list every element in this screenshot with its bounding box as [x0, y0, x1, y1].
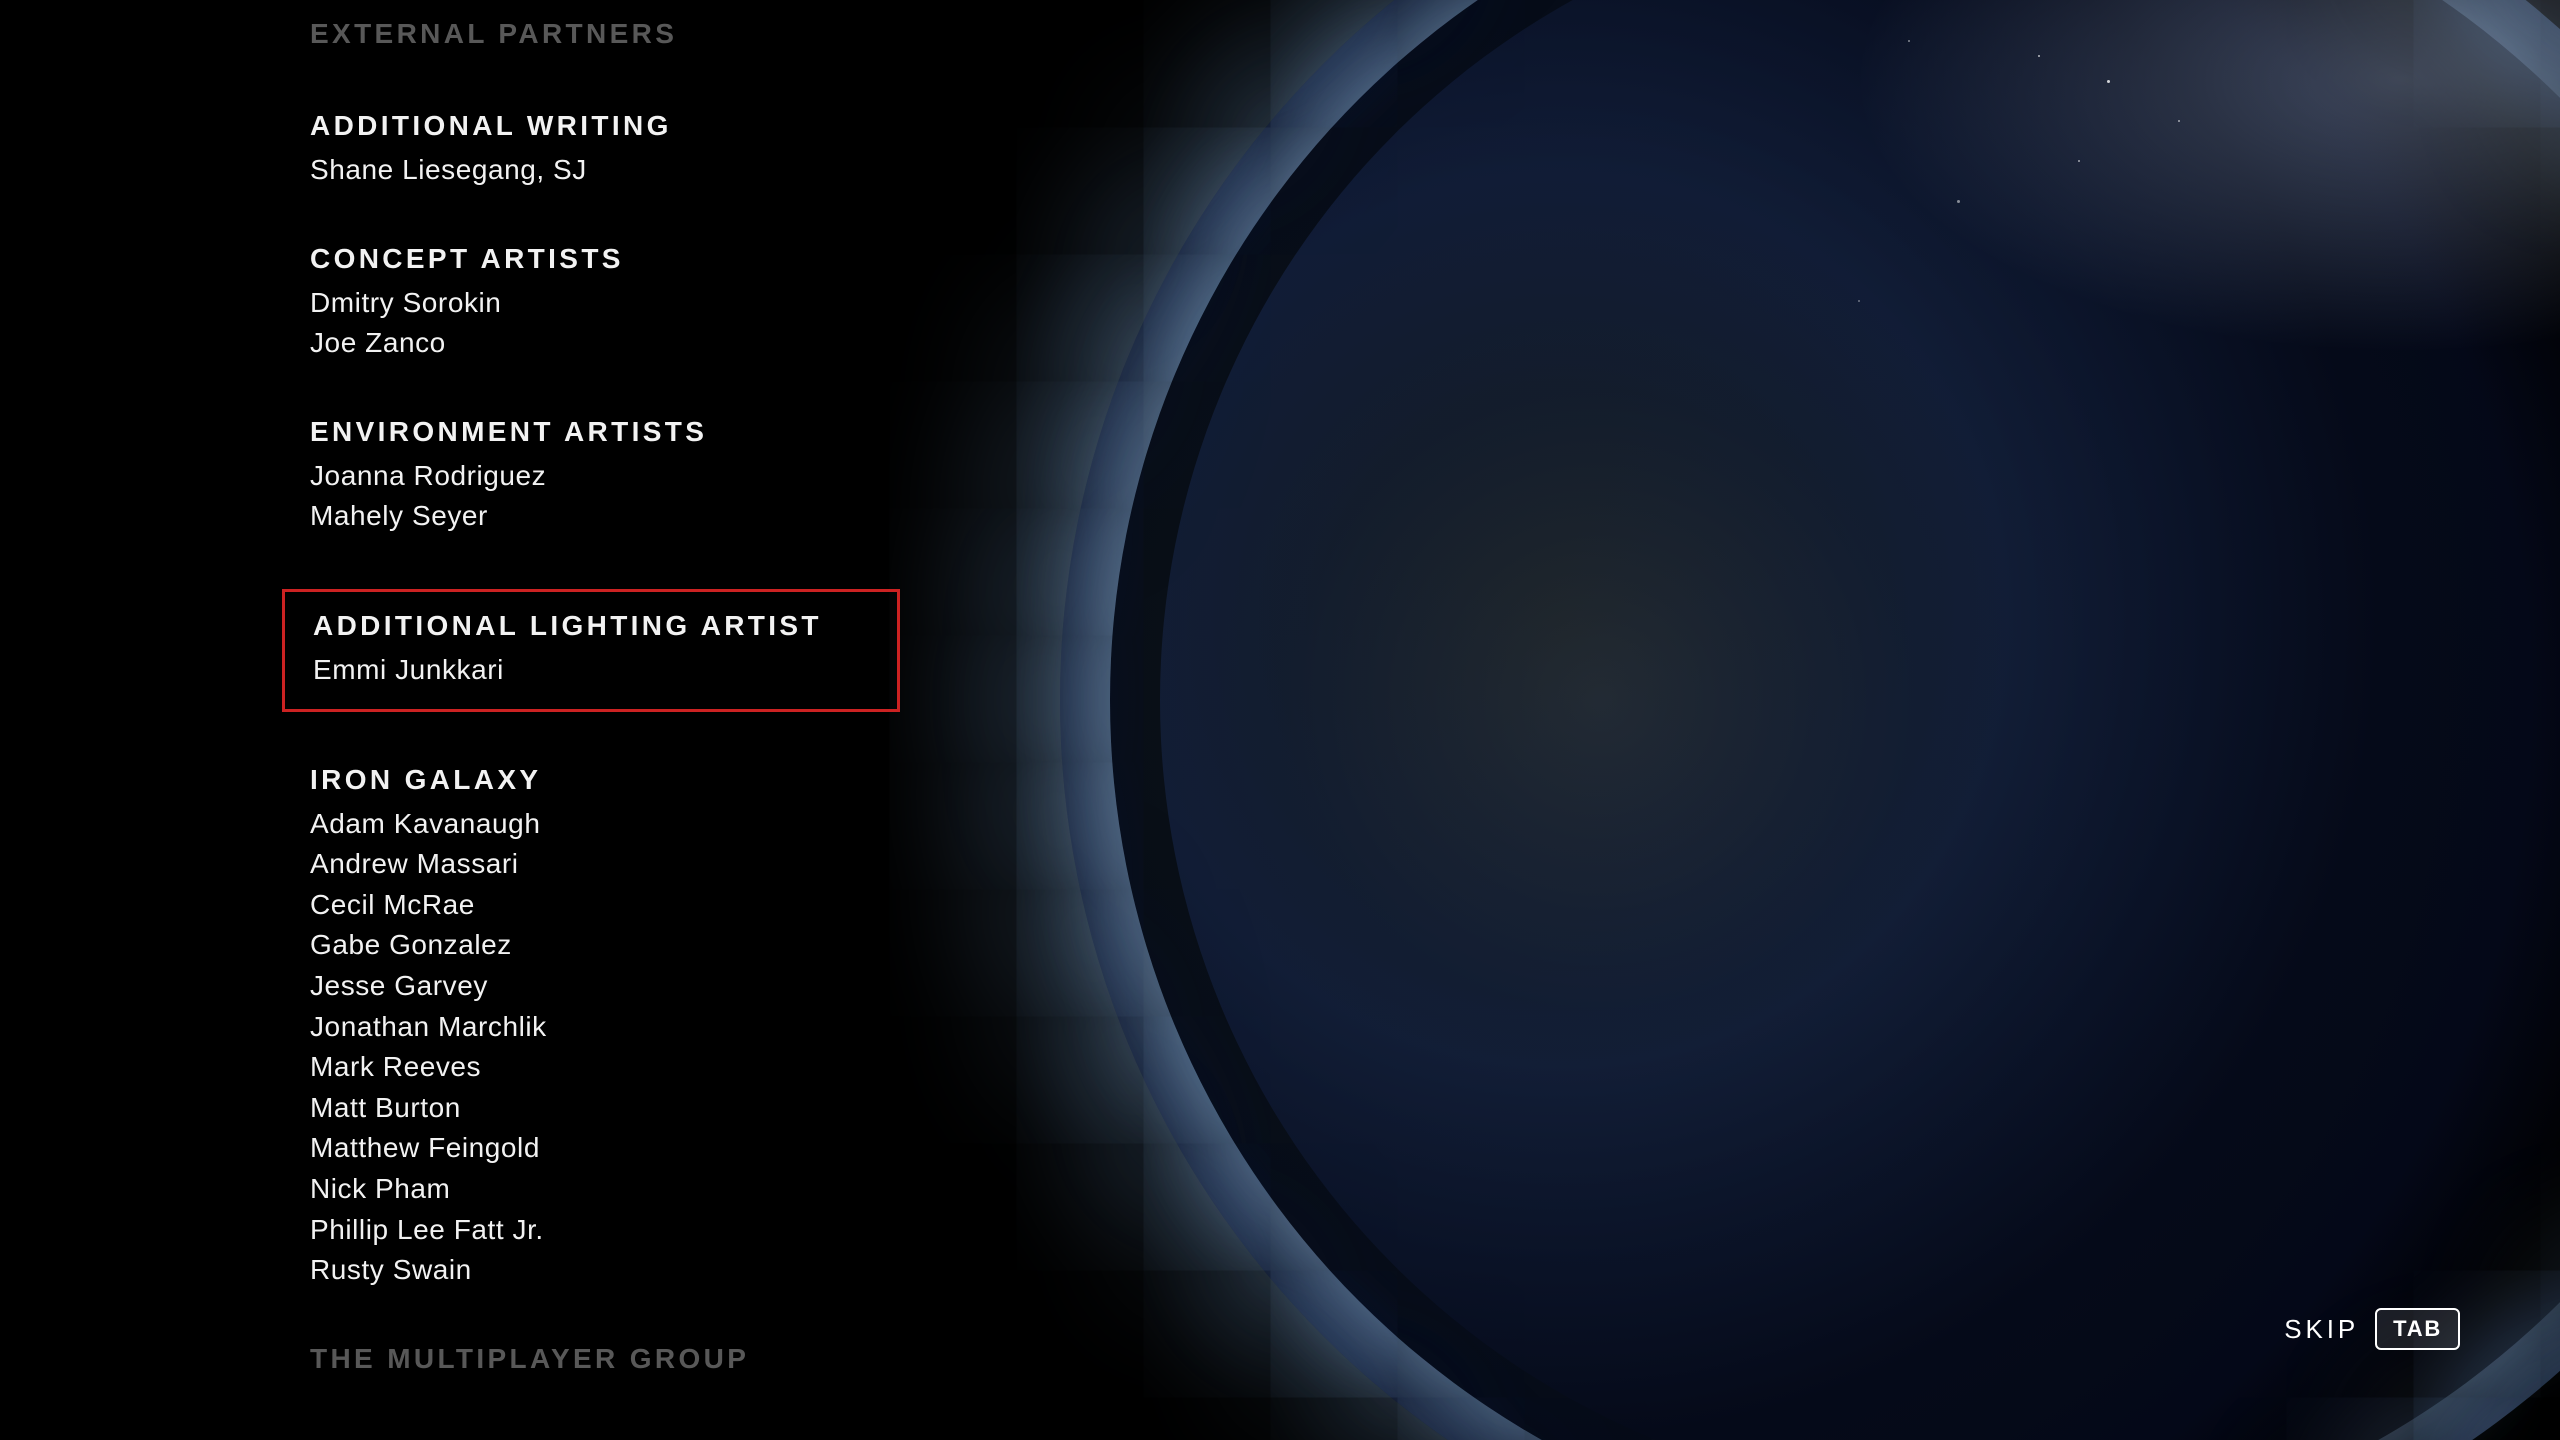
credit-name-nick: Nick Pham: [310, 1169, 900, 1210]
credit-section-multiplayer-group: THE MULTIPLAYER GROUP: [310, 1343, 900, 1383]
credit-section-concept-artists: CONCEPT ARTISTS Dmitry Sorokin Joe Zanco: [310, 243, 900, 364]
credit-name-rusty: Rusty Swain: [310, 1250, 900, 1291]
credit-section-lighting-artist-highlighted: ADDITIONAL LIGHTING ARTIST Emmi Junkkari: [282, 589, 900, 712]
skip-key[interactable]: TAB: [2375, 1308, 2460, 1350]
credit-title-external-partners: EXTERNAL PARTNERS: [310, 18, 900, 50]
credit-title-concept-artists: CONCEPT ARTISTS: [310, 243, 900, 275]
credit-name-matt: Matt Burton: [310, 1088, 900, 1129]
credits-container: EXTERNAL PARTNERS ADDITIONAL WRITING Sha…: [0, 0, 900, 1440]
star: [2178, 120, 2180, 122]
credit-title-iron-galaxy: IRON GALAXY: [310, 764, 900, 796]
star: [1908, 40, 1910, 42]
star: [2038, 55, 2040, 57]
credit-name-cecil: Cecil McRae: [310, 885, 900, 926]
skip-container[interactable]: SKIP TAB: [2284, 1308, 2460, 1350]
credit-name-joe: Joe Zanco: [310, 323, 900, 364]
credit-section-additional-writing: ADDITIONAL WRITING Shane Liesegang, SJ: [310, 110, 900, 191]
credit-title-environment-artists: ENVIRONMENT ARTISTS: [310, 416, 900, 448]
credit-section-iron-galaxy: IRON GALAXY Adam Kavanaugh Andrew Massar…: [310, 764, 900, 1291]
credit-section-environment-artists: ENVIRONMENT ARTISTS Joanna Rodriguez Mah…: [310, 416, 900, 537]
star-field: [1760, 0, 2560, 400]
credit-name-jonathan: Jonathan Marchlik: [310, 1007, 900, 1048]
credit-name-andrew: Andrew Massari: [310, 844, 900, 885]
credit-name-gabe: Gabe Gonzalez: [310, 925, 900, 966]
credit-name-mahely: Mahely Seyer: [310, 496, 900, 537]
star: [2107, 80, 2110, 83]
star: [1957, 200, 1960, 203]
credit-name-matthew: Matthew Feingold: [310, 1128, 900, 1169]
credit-title-additional-writing: ADDITIONAL WRITING: [310, 110, 900, 142]
credit-title-lighting-artist: ADDITIONAL LIGHTING ARTIST: [313, 610, 869, 642]
skip-label: SKIP: [2284, 1314, 2359, 1345]
credit-name-dmitry: Dmitry Sorokin: [310, 283, 900, 324]
credit-name-phillip: Phillip Lee Fatt Jr.: [310, 1210, 900, 1251]
credit-section-external-partners: EXTERNAL PARTNERS: [310, 18, 900, 58]
credit-title-multiplayer-group: THE MULTIPLAYER GROUP: [310, 1343, 900, 1375]
credit-name-adam: Adam Kavanaugh: [310, 804, 900, 845]
credit-name-jesse: Jesse Garvey: [310, 966, 900, 1007]
credit-name-emmi: Emmi Junkkari: [313, 650, 869, 691]
star: [1858, 300, 1860, 302]
credit-name-joanna: Joanna Rodriguez: [310, 456, 900, 497]
star: [2078, 160, 2080, 162]
credit-name-shane: Shane Liesegang, SJ: [310, 150, 900, 191]
credit-name-mark: Mark Reeves: [310, 1047, 900, 1088]
